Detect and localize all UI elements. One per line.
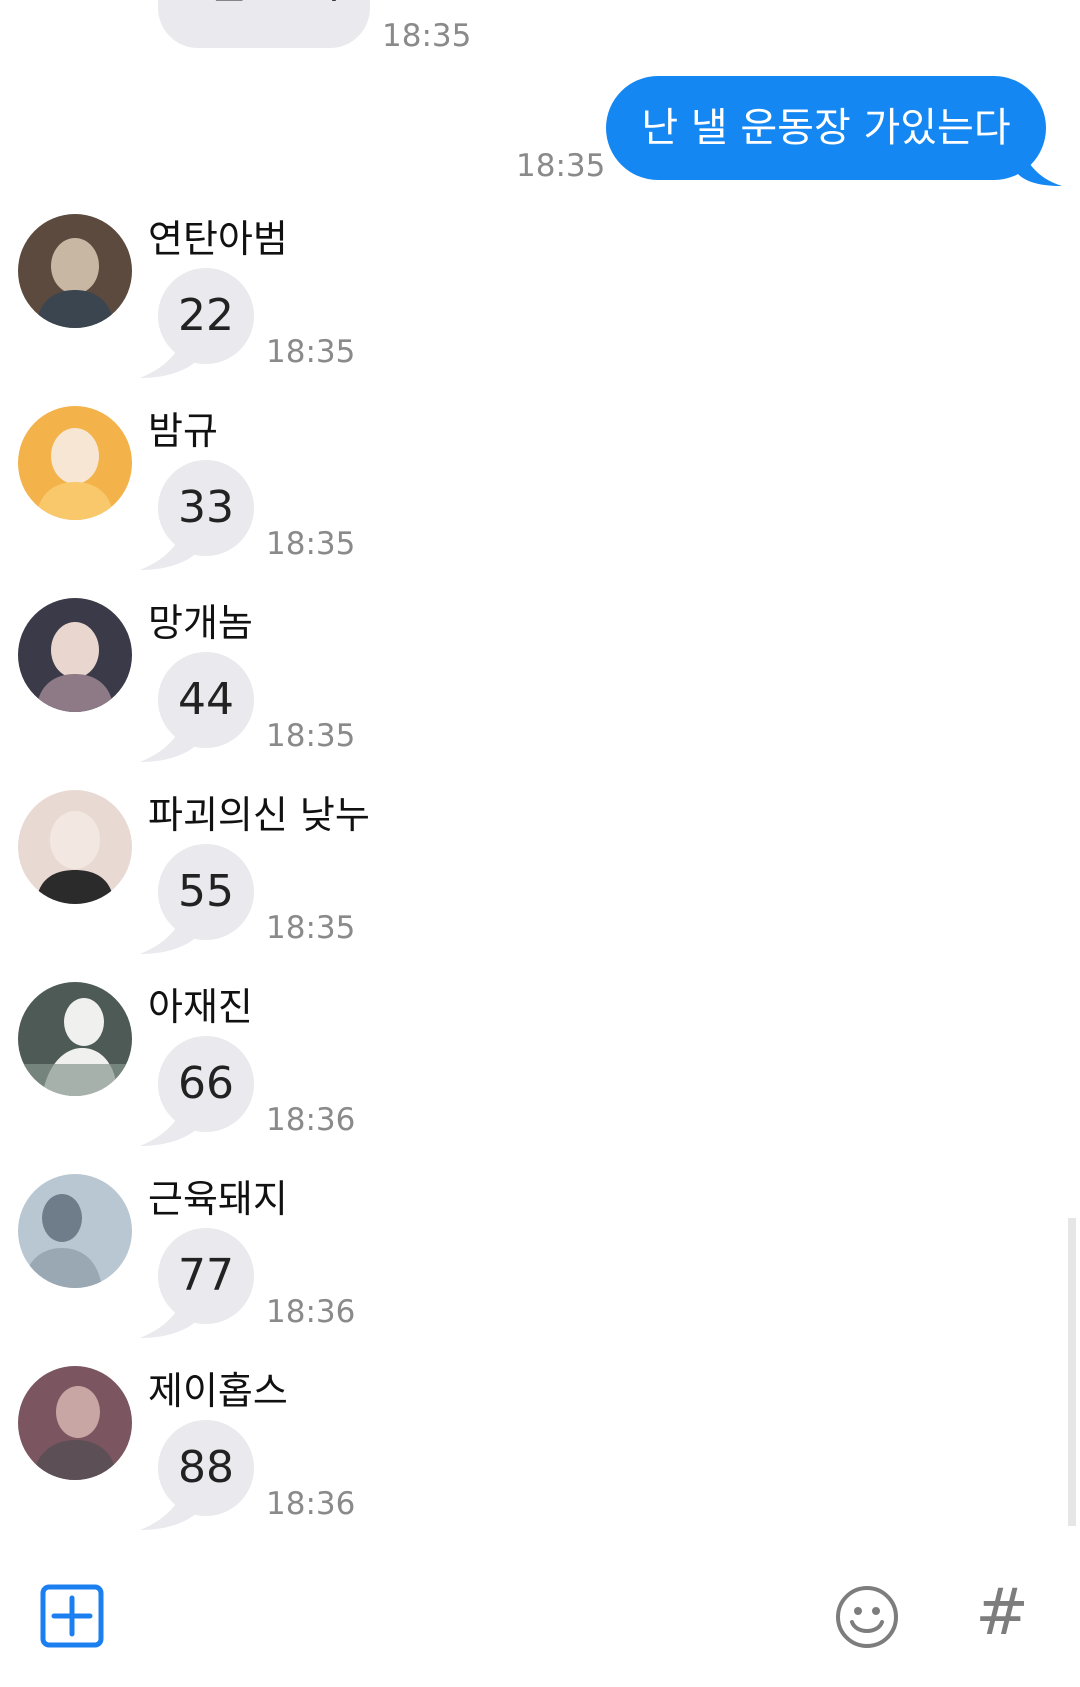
incoming-message-bubble[interactable]: 77 <box>158 1228 254 1324</box>
incoming-message-bubble[interactable]: 44 <box>158 652 254 748</box>
sender-name: 밤규 <box>148 409 218 453</box>
incoming-message-bubble[interactable]: 22 <box>158 268 254 364</box>
hashtag-button[interactable]: # <box>972 1578 1032 1648</box>
outgoing-message-bubble[interactable]: 난 낼 운동장 가있는다 <box>606 76 1046 180</box>
message-row: 파괴의신 낮누 55 18:35 <box>0 790 1080 982</box>
avatar[interactable] <box>18 598 132 712</box>
smiley-icon <box>836 1586 898 1648</box>
message-time: 18:35 <box>382 18 472 54</box>
sender-name: 아재진 <box>148 985 253 1029</box>
message-time: 18:36 <box>266 1486 356 1522</box>
message-time: 18:36 <box>266 1102 356 1138</box>
message-row: 연탄아범 22 18:35 <box>0 214 1080 406</box>
avatar[interactable] <box>18 1174 132 1288</box>
message-text: 잘 보자 <box>208 0 343 10</box>
outgoing-message-time: 18:35 <box>516 148 606 184</box>
avatar[interactable] <box>18 790 132 904</box>
incoming-message-bubble[interactable]: 66 <box>158 1036 254 1132</box>
message-time: 18:35 <box>266 718 356 754</box>
avatar-image <box>18 1366 132 1480</box>
avatar-image <box>18 790 132 904</box>
message-time: 18:35 <box>266 334 356 370</box>
message-row: 근육돼지 77 18:36 <box>0 1174 1080 1366</box>
scrollbar[interactable] <box>1068 1218 1076 1526</box>
message-time: 18:35 <box>266 526 356 562</box>
avatar-image <box>18 214 132 328</box>
avatar-image <box>18 982 132 1096</box>
message-time: 18:35 <box>266 910 356 946</box>
sender-name: 연탄아범 <box>148 217 288 261</box>
message-row: 제이홉스 88 18:36 <box>0 1366 1080 1558</box>
sender-name: 망개놈 <box>148 601 253 645</box>
message-time: 18:36 <box>266 1294 356 1330</box>
avatar[interactable] <box>18 1366 132 1480</box>
avatar[interactable] <box>18 982 132 1096</box>
avatar-image <box>18 1174 132 1288</box>
plus-square-icon <box>40 1584 104 1648</box>
incoming-message-bubble-cropped[interactable]: 잘 보자 <box>158 0 370 48</box>
sender-name: 근육돼지 <box>148 1177 288 1221</box>
avatar[interactable] <box>18 406 132 520</box>
avatar[interactable] <box>18 214 132 328</box>
message-row: 망개놈 44 18:35 <box>0 598 1080 790</box>
message-row: 아재진 66 18:36 <box>0 982 1080 1174</box>
emoji-button[interactable] <box>834 1584 900 1650</box>
incoming-message-bubble[interactable]: 33 <box>158 460 254 556</box>
incoming-message-bubble[interactable]: 88 <box>158 1420 254 1516</box>
incoming-message-bubble[interactable]: 55 <box>158 844 254 940</box>
avatar-image <box>18 598 132 712</box>
sender-name: 파괴의신 낮누 <box>148 793 370 837</box>
add-attachment-button[interactable] <box>40 1584 104 1648</box>
sender-name: 제이홉스 <box>148 1369 288 1413</box>
message-row: 밤규 33 18:35 <box>0 406 1080 598</box>
avatar-image <box>18 406 132 520</box>
